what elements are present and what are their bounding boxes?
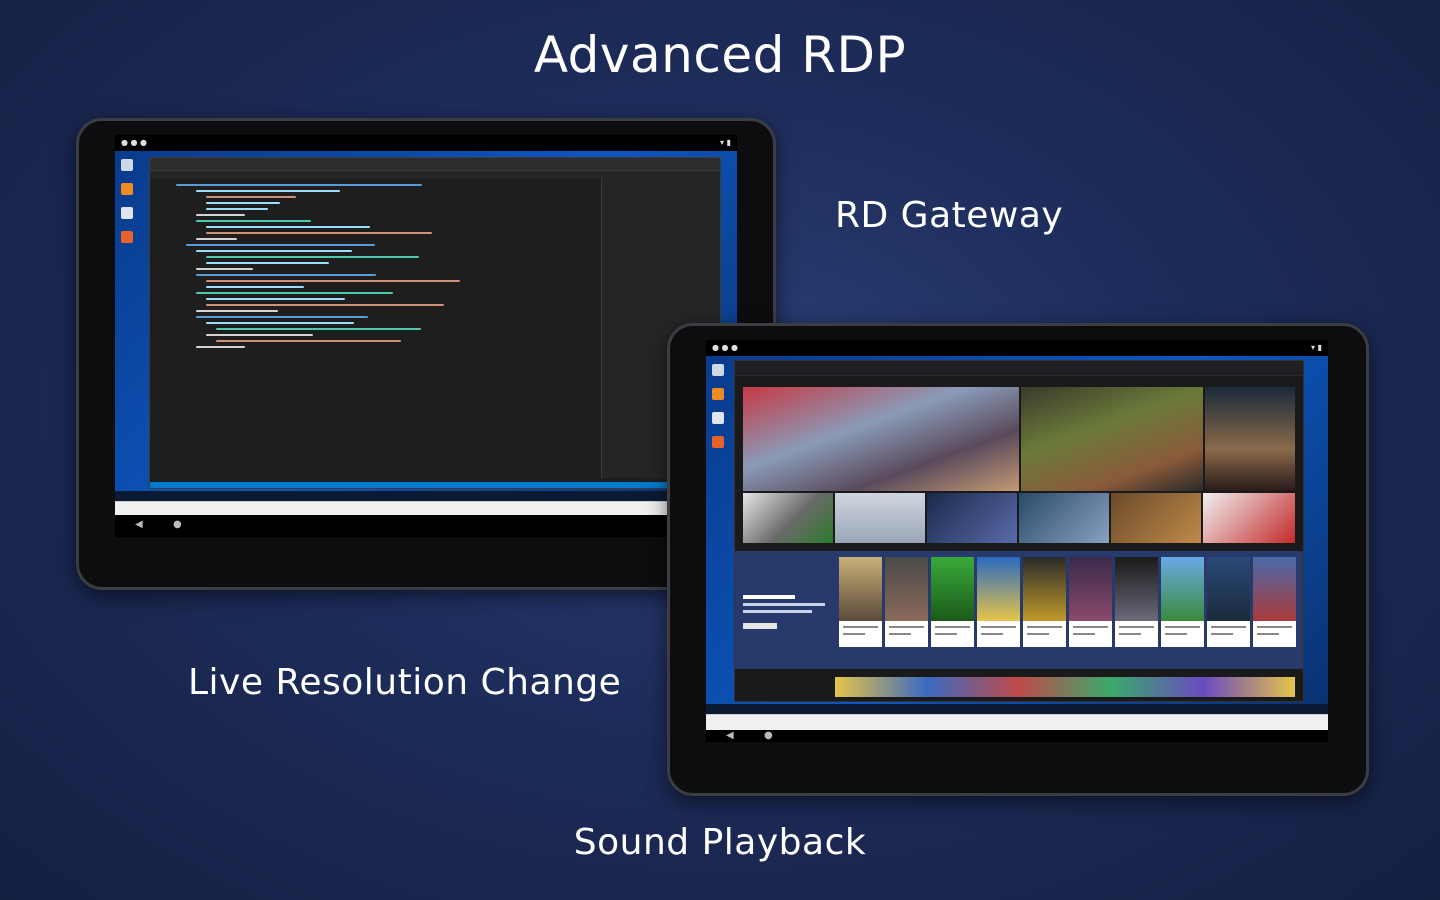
code-editor-window[interactable] xyxy=(149,157,721,489)
caption-sound-playback: Sound Playback xyxy=(573,822,867,863)
game-cover[interactable] xyxy=(931,557,974,647)
home-circle-icon[interactable]: ● xyxy=(764,730,773,741)
game-cover[interactable] xyxy=(839,557,882,647)
recycle-bin-icon[interactable] xyxy=(121,159,133,171)
recycle-bin-icon-2[interactable] xyxy=(712,364,724,376)
caption-rd-gateway: RD Gateway xyxy=(835,195,1064,236)
back-triangle-icon[interactable]: ◀ xyxy=(135,519,143,530)
featured-banner[interactable] xyxy=(743,387,1019,491)
promo-tile[interactable] xyxy=(927,493,1017,543)
featured-banners[interactable] xyxy=(743,387,1295,491)
promo-tile[interactable] xyxy=(835,493,925,543)
featured-banner[interactable] xyxy=(1205,387,1295,491)
store-title-bar[interactable] xyxy=(735,361,1303,376)
section-intro xyxy=(743,591,829,633)
android-status-bar-2: ● ● ● ▾ ▮ xyxy=(706,340,1328,356)
android-nav-bar-2: ◀ ● xyxy=(706,730,1328,742)
extra-keys-bar-2[interactable] xyxy=(706,714,1328,731)
windows-taskbar-2[interactable] xyxy=(706,704,1328,714)
app-icon[interactable] xyxy=(121,231,133,243)
editor-status-bar xyxy=(150,482,720,488)
desktop-icons xyxy=(119,159,137,255)
status-icons-left-2: ● ● ● xyxy=(712,343,739,352)
file-icon-2[interactable] xyxy=(712,412,724,424)
app-icon-2[interactable] xyxy=(712,436,724,448)
more-games-strip[interactable] xyxy=(835,677,1295,697)
android-nav-bar: ◀ ● xyxy=(115,515,737,537)
code-area[interactable] xyxy=(176,180,586,478)
promo-tile[interactable] xyxy=(743,493,833,543)
browser-icon[interactable] xyxy=(121,183,133,195)
battery-icon: ▾ ▮ xyxy=(720,138,731,147)
game-cover[interactable] xyxy=(1253,557,1296,647)
game-cover[interactable] xyxy=(1023,557,1066,647)
remote-desktop-screen[interactable]: ● ● ● ▾ ▮ ◀ ● xyxy=(115,135,737,537)
back-triangle-icon[interactable]: ◀ xyxy=(726,730,734,741)
game-cover[interactable] xyxy=(885,557,928,647)
promo-tile[interactable] xyxy=(1019,493,1109,543)
status-icons-left: ● ● ● xyxy=(121,138,148,147)
game-cover[interactable] xyxy=(1069,557,1112,647)
game-cover[interactable] xyxy=(1115,557,1158,647)
game-cover[interactable] xyxy=(1207,557,1250,647)
browser-icon-2[interactable] xyxy=(712,388,724,400)
windows-taskbar[interactable] xyxy=(115,491,737,501)
promo-tile[interactable] xyxy=(1111,493,1201,543)
promo-tiles[interactable] xyxy=(743,493,1295,543)
promo-tile[interactable] xyxy=(1203,493,1295,543)
file-icon[interactable] xyxy=(121,207,133,219)
featured-banner[interactable] xyxy=(1021,387,1203,491)
editor-menu-bar[interactable] xyxy=(150,158,720,171)
remote-desktop-screen-2[interactable]: ● ● ● ▾ ▮ ◀ ● xyxy=(706,340,1328,742)
caption-live-resolution-change: Live Resolution Change xyxy=(188,662,622,703)
android-status-bar: ● ● ● ▾ ▮ xyxy=(115,135,737,151)
game-cover[interactable] xyxy=(1161,557,1204,647)
home-circle-icon[interactable]: ● xyxy=(173,519,182,530)
desktop-icons-2 xyxy=(710,364,728,460)
game-cover[interactable] xyxy=(977,557,1020,647)
headline-advanced-rdp: Advanced RDP xyxy=(533,26,907,84)
wifi-icon: ▾ ▮ xyxy=(1311,343,1322,352)
tablet-game-store: ● ● ● ▾ ▮ ◀ ● xyxy=(667,323,1369,796)
games-section[interactable] xyxy=(735,551,1303,669)
store-window[interactable] xyxy=(734,360,1304,702)
